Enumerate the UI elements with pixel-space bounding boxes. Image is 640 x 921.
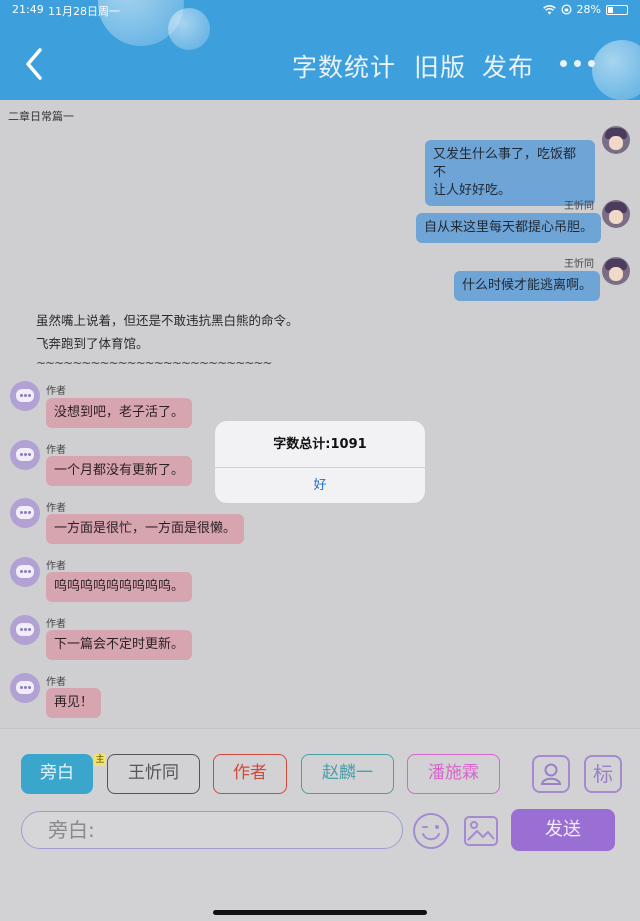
main-badge: 主 — [94, 754, 106, 766]
avatar[interactable] — [10, 615, 40, 645]
publish-button[interactable]: 发布 — [482, 48, 534, 84]
chat-bubble-left[interactable]: 没想到吧，老子活了。 — [46, 398, 193, 428]
wink-emoji-icon — [413, 813, 449, 849]
status-bar: 21:49 11月28日周一 28% — [0, 3, 640, 19]
chat-bubble-left[interactable]: 呜呜呜呜呜呜呜呜呜。 — [46, 572, 193, 602]
sender-name: 作者 — [46, 445, 66, 456]
chat-bubble-right[interactable]: 自从来这里每天都提心吊胆。 — [416, 213, 602, 243]
chat-bubble-left[interactable]: 一方面是很忙，一方面是很懒。 — [46, 514, 245, 544]
avatar[interactable] — [10, 498, 40, 528]
dialog-ok-button[interactable]: 好 — [215, 468, 425, 503]
image-button[interactable] — [462, 812, 500, 850]
app-header: 21:49 11月28日周一 28% 字数统计 旧版 发布 — [0, 0, 640, 100]
avatar[interactable] — [602, 200, 630, 228]
role-chip-wang[interactable]: 王忻同 — [107, 754, 200, 794]
message-line: 自从来这里每天都提心吊胆。 — [424, 220, 594, 235]
role-chip-narrator[interactable]: 旁白 — [21, 754, 93, 794]
send-button[interactable]: 发送 — [511, 809, 615, 851]
emoji-button[interactable] — [412, 812, 450, 850]
avatar[interactable] — [10, 673, 40, 703]
battery-level-fill — [608, 6, 614, 13]
battery-percent: 28% — [576, 3, 601, 16]
avatar[interactable] — [602, 257, 630, 285]
sender-name: 作者 — [46, 619, 66, 630]
image-icon — [464, 816, 498, 846]
back-button[interactable] — [18, 44, 52, 84]
message-input[interactable]: 旁白: — [21, 811, 403, 849]
avatar[interactable] — [10, 440, 40, 470]
message-line: 什么时候才能逃离啊。 — [462, 278, 593, 293]
sender-name: 作者 — [46, 561, 66, 572]
word-count-button[interactable]: 字数统计 — [292, 48, 396, 84]
word-count-dialog: 字数总计:1091 好 — [215, 421, 425, 503]
role-chip-zhao[interactable]: 赵麟一 — [301, 754, 394, 794]
avatar[interactable] — [10, 557, 40, 587]
chapter-title: 二章日常篇一 — [8, 110, 74, 123]
narration-line: 飞奔跑到了体育馆。 — [36, 336, 149, 351]
chat-bubble-left[interactable]: 再见！ — [46, 688, 102, 718]
role-chip-author[interactable]: 作者 — [213, 754, 287, 794]
chat-bubble-left[interactable]: 一个月都没有更新了。 — [46, 456, 193, 486]
sender-name: 王忻同 — [564, 201, 594, 212]
avatar[interactable] — [602, 126, 630, 154]
chat-bubble-left[interactable]: 下一篇会不定时更新。 — [46, 630, 193, 660]
orientation-lock-icon — [561, 4, 572, 15]
avatar[interactable] — [10, 381, 40, 411]
tag-button[interactable]: 标 — [584, 755, 622, 793]
home-indicator[interactable] — [213, 910, 427, 915]
sender-name: 王忻同 — [564, 259, 594, 270]
battery-icon — [606, 4, 628, 15]
status-date: 11月28日周一 — [48, 5, 120, 18]
chat-bubble-right[interactable]: 什么时候才能逃离啊。 — [454, 271, 601, 301]
sender-name: 作者 — [46, 503, 66, 514]
more-dots-icon[interactable] — [560, 60, 600, 72]
message-line: 又发生什么事了，吃饭都不 — [433, 147, 577, 180]
old-version-button[interactable]: 旧版 — [414, 48, 466, 84]
wifi-icon — [542, 4, 556, 14]
dialog-title: 字数总计:1091 — [215, 421, 425, 468]
narration-line: ~~~~~~~~~~~~~~~~~~~~~~~~~~ — [36, 356, 272, 370]
narration-line: 虽然嘴上说着，但还是不敢违抗黑白熊的命令。 — [36, 313, 299, 328]
sender-name: 作者 — [46, 677, 66, 688]
chevron-left-icon — [26, 48, 42, 80]
sender-name: 作者 — [46, 386, 66, 397]
person-card-icon — [540, 763, 562, 785]
person-card-button[interactable] — [532, 755, 570, 793]
role-chip-pan[interactable]: 潘施霖 — [407, 754, 500, 794]
status-time: 21:49 — [12, 3, 44, 16]
